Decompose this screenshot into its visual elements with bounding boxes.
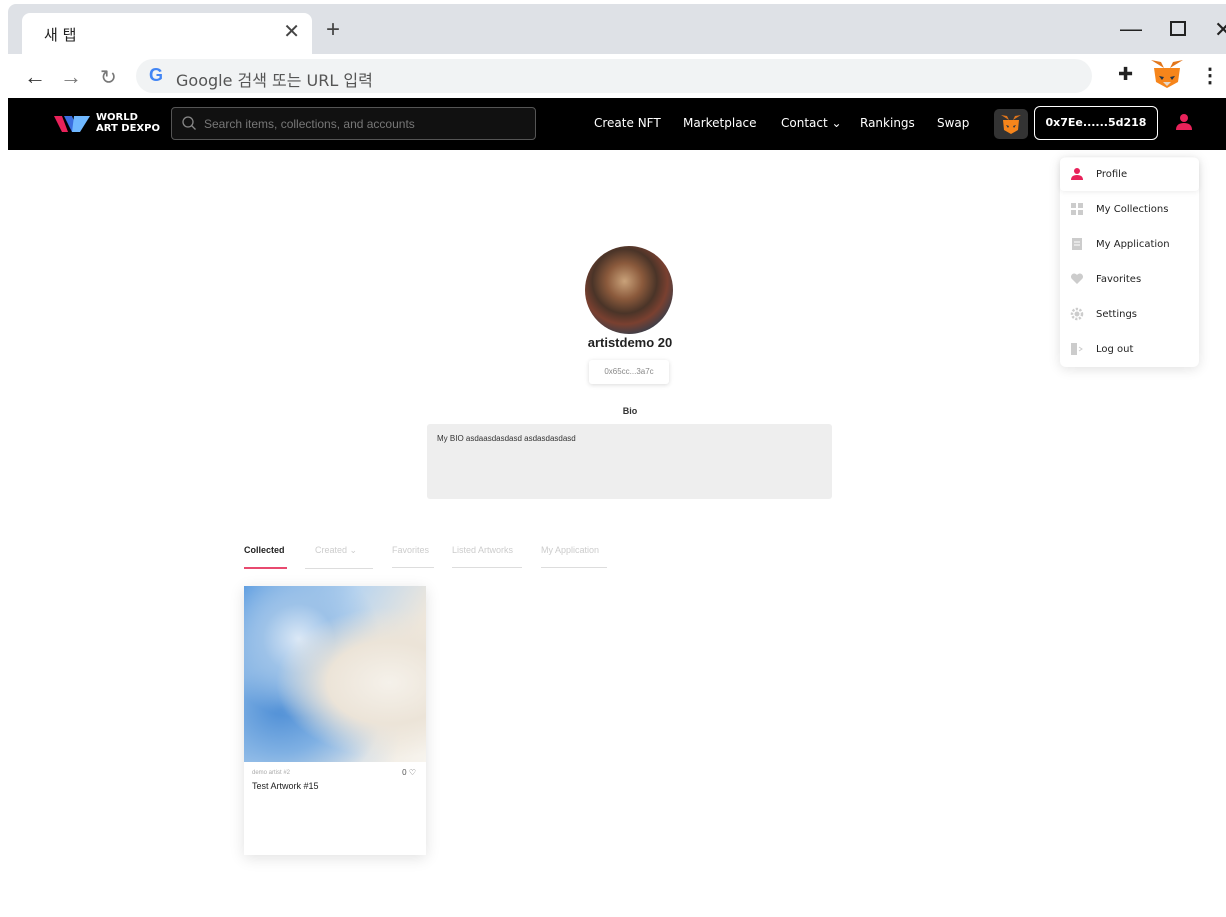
minimize-window-button[interactable]: —: [1120, 16, 1142, 42]
bio-label: Bio: [622, 406, 638, 416]
forward-arrow-icon[interactable]: →: [60, 64, 82, 90]
extensions-puzzle-icon[interactable]: ✚: [1118, 64, 1133, 85]
avatar: [585, 246, 673, 334]
logout-icon: [1071, 343, 1083, 355]
search-input[interactable]: [204, 108, 524, 139]
metamask-fox-icon[interactable]: [1148, 58, 1186, 90]
bio-text: My BIO asdaasdasdasd asdasdasdasd: [427, 424, 832, 499]
document-icon: [1072, 238, 1082, 250]
browser-toolbar: ← → ↻ G Google 검색 또는 URL 입력 ✚ ⋮: [8, 54, 1226, 98]
search-icon: [182, 116, 196, 130]
heart-icon: [1070, 273, 1084, 284]
nav-contact[interactable]: Contact ⌄: [781, 116, 842, 130]
browser-tab[interactable]: 새 탭 ✕: [22, 13, 312, 54]
omnibox-placeholder: Google 검색 또는 URL 입력: [176, 71, 373, 90]
menu-item-my-application[interactable]: My Application: [1060, 228, 1199, 261]
tab-my-application[interactable]: My Application: [541, 545, 607, 568]
browser-tab-bar: 새 탭 ✕ + — ✕: [8, 4, 1226, 54]
user-icon: [1071, 168, 1083, 180]
menu-item-settings[interactable]: Settings: [1060, 298, 1199, 331]
browser-tab-title: 새 탭: [44, 26, 77, 44]
metamask-fox-icon: [1001, 115, 1021, 134]
back-arrow-icon[interactable]: ←: [24, 64, 46, 90]
brand-logo[interactable]: WORLD ART DEXPO: [54, 110, 164, 138]
tab-listed-artworks[interactable]: Listed Artworks: [452, 545, 522, 568]
search-bar[interactable]: [171, 107, 536, 140]
tab-created[interactable]: Created ⌄: [305, 545, 373, 569]
menu-item-favorites[interactable]: Favorites: [1060, 263, 1199, 296]
nav-create-nft[interactable]: Create NFT: [594, 116, 661, 130]
user-dropdown-menu: Profile My Collections My Application Fa…: [1060, 157, 1199, 367]
brand-logo-icon: [54, 116, 90, 132]
maximize-window-button[interactable]: [1170, 21, 1186, 36]
artwork-card[interactable]: demo artist #2 0 ♡ Test Artwork #15: [244, 586, 426, 855]
metamask-button[interactable]: [994, 109, 1028, 139]
profile-username: artistdemo 20: [587, 335, 673, 350]
artwork-image: [244, 586, 426, 762]
artwork-likes[interactable]: 0 ♡: [402, 768, 416, 777]
artwork-artist: demo artist #2: [252, 770, 291, 776]
grid-icon: [1071, 203, 1083, 215]
google-icon: G: [149, 65, 164, 85]
menu-item-my-collections[interactable]: My Collections: [1060, 193, 1199, 226]
close-tab-icon[interactable]: ✕: [283, 19, 300, 44]
tab-collected[interactable]: Collected: [244, 545, 287, 569]
user-icon[interactable]: [1174, 112, 1194, 132]
menu-item-log-out[interactable]: Log out: [1060, 333, 1199, 366]
nav-swap[interactable]: Swap: [937, 116, 969, 130]
new-tab-button[interactable]: +: [326, 18, 340, 42]
omnibox[interactable]: G Google 검색 또는 URL 입력: [136, 59, 1092, 93]
menu-item-profile[interactable]: Profile: [1060, 158, 1199, 191]
browser-menu-icon[interactable]: ⋮: [1200, 63, 1220, 88]
tab-favorites[interactable]: Favorites: [392, 545, 434, 568]
artwork-title: Test Artwork #15: [252, 781, 319, 791]
close-window-button[interactable]: ✕: [1214, 17, 1226, 43]
reload-icon[interactable]: ↻: [100, 65, 117, 90]
nav-marketplace[interactable]: Marketplace: [683, 116, 757, 130]
site-header: WORLD ART DEXPO Create NFT Marketplace C…: [8, 98, 1226, 150]
wallet-address-button[interactable]: 0x7Ee......5d218: [1034, 106, 1158, 140]
profile-address-chip[interactable]: 0x65cc...3a7c: [589, 360, 669, 384]
brand-name: WORLD ART DEXPO: [96, 112, 160, 134]
gear-icon: [1070, 307, 1084, 321]
nav-rankings[interactable]: Rankings: [860, 116, 915, 130]
